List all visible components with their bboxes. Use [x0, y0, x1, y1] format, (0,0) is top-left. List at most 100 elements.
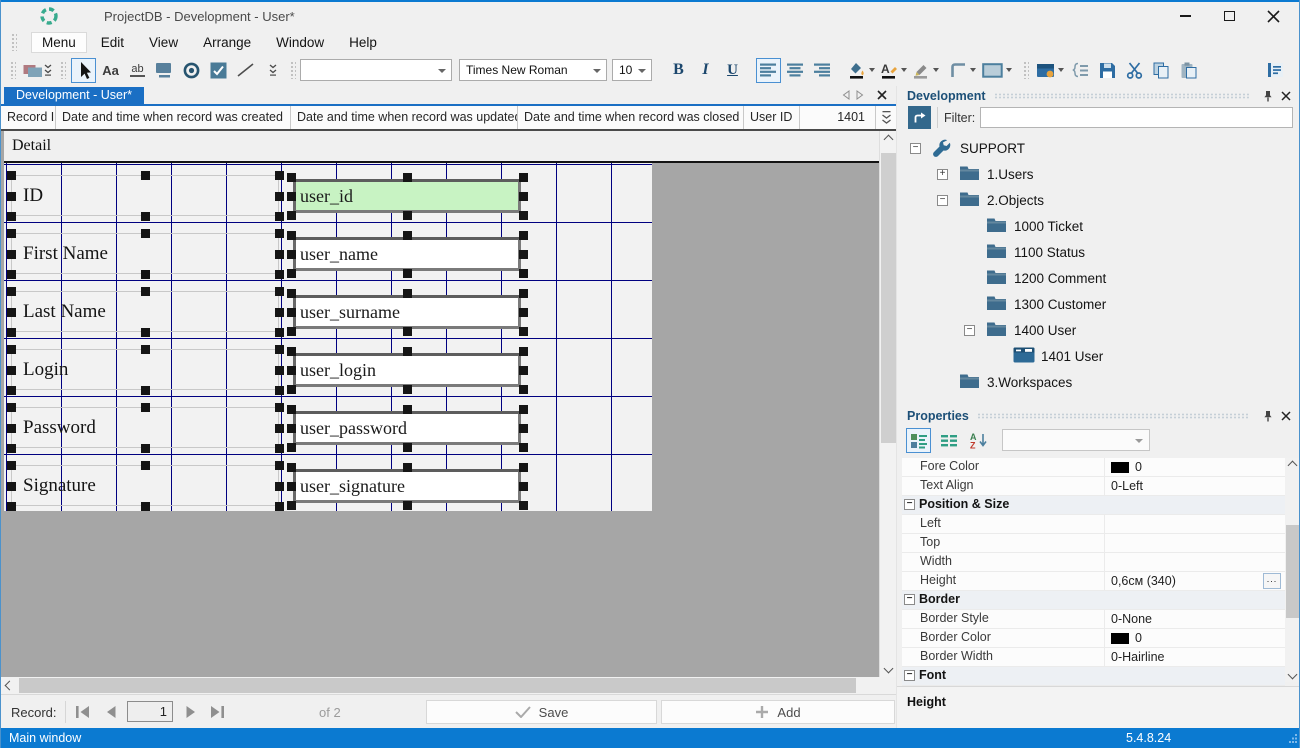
toolbar-grip[interactable] — [11, 33, 17, 51]
menu-item-edit[interactable]: Edit — [90, 32, 135, 53]
selection-handle[interactable] — [287, 424, 296, 433]
selection-handle[interactable] — [141, 345, 150, 354]
line-tool-button[interactable] — [233, 58, 258, 83]
tab-close-button[interactable] — [876, 89, 888, 101]
close-button[interactable] — [1251, 2, 1295, 30]
font-family-combobox[interactable]: Times New Roman — [459, 59, 607, 81]
selection-handle[interactable] — [287, 366, 296, 375]
add-record-button[interactable]: Add — [661, 700, 895, 724]
toolbar-grip[interactable] — [60, 61, 66, 79]
selection-handle[interactable] — [287, 173, 296, 182]
italic-button[interactable]: I — [693, 58, 718, 83]
selection-handle[interactable] — [275, 308, 284, 317]
menu-item-menu[interactable]: Menu — [31, 32, 87, 53]
border-style-button[interactable] — [980, 58, 1014, 83]
designer-label[interactable]: Login — [11, 349, 279, 390]
designer-horizontal-scrollbar[interactable] — [1, 677, 879, 694]
align-right-button[interactable] — [810, 58, 835, 83]
selection-handle[interactable] — [7, 171, 16, 180]
selection-handle[interactable] — [141, 212, 150, 221]
property-row[interactable]: Left — [902, 515, 1285, 534]
scroll-right-button[interactable] — [862, 678, 879, 693]
selection-handle[interactable] — [141, 461, 150, 470]
selection-handle[interactable] — [7, 212, 16, 221]
first-record-button[interactable] — [71, 702, 95, 722]
selection-handle[interactable] — [519, 405, 528, 414]
selection-handle[interactable] — [7, 229, 16, 238]
selection-handle[interactable] — [7, 308, 16, 317]
panel-close-button[interactable] — [1279, 409, 1293, 423]
align-left-button[interactable] — [756, 58, 781, 83]
property-row[interactable]: Border Color0 — [902, 629, 1285, 648]
bold-button[interactable]: B — [666, 58, 691, 83]
selection-handle[interactable] — [287, 347, 296, 356]
property-object-combobox[interactable] — [1002, 429, 1150, 451]
pin-button[interactable] — [1261, 409, 1275, 423]
category-expander[interactable]: − — [904, 499, 915, 510]
list-view-button[interactable] — [936, 428, 961, 453]
designer-field[interactable]: user_name — [293, 237, 521, 271]
selection-handle[interactable] — [141, 403, 150, 412]
selection-handle[interactable] — [403, 269, 412, 278]
selection-handle[interactable] — [7, 403, 16, 412]
selection-handle[interactable] — [519, 482, 528, 491]
selection-handle[interactable] — [141, 171, 150, 180]
font-color-button[interactable]: A — [879, 58, 909, 83]
record-header-column[interactable]: 1401 — [800, 106, 876, 129]
category-expander[interactable]: − — [904, 670, 915, 681]
selection-handle[interactable] — [141, 386, 150, 395]
selection-handle[interactable] — [519, 250, 528, 259]
property-value[interactable]: 0,6см (340)... — [1105, 572, 1285, 590]
form-settings-button[interactable] — [1034, 58, 1066, 83]
selection-handle[interactable] — [7, 192, 16, 201]
selection-handle[interactable] — [287, 308, 296, 317]
selection-handle[interactable] — [275, 229, 284, 238]
tree-item-1300-customer[interactable]: 1300 Customer — [897, 292, 1300, 318]
property-row[interactable]: Border Width0-Hairline — [902, 648, 1285, 667]
selection-handle[interactable] — [287, 385, 296, 394]
categorized-view-button[interactable] — [906, 428, 931, 453]
tree-item-2-objects[interactable]: −2.Objects — [897, 188, 1300, 214]
scrollbar-thumb[interactable] — [881, 153, 896, 443]
selection-handle[interactable] — [7, 287, 16, 296]
record-number-input[interactable] — [127, 701, 173, 722]
property-category-row[interactable]: −Font — [902, 667, 1285, 686]
selection-handle[interactable] — [519, 231, 528, 240]
property-category-row[interactable]: −Border — [902, 591, 1285, 610]
selection-handle[interactable] — [519, 211, 528, 220]
selection-handle[interactable] — [519, 366, 528, 375]
property-value[interactable]: 0 — [1105, 629, 1285, 647]
align-center-button[interactable] — [783, 58, 808, 83]
property-category-row[interactable]: −Position & Size — [902, 496, 1285, 515]
selection-handle[interactable] — [7, 250, 16, 259]
selection-handle[interactable] — [287, 192, 296, 201]
selection-handle[interactable] — [287, 501, 296, 510]
navigate-button[interactable] — [908, 106, 931, 129]
tree-expander[interactable]: − — [937, 195, 948, 206]
minimize-button[interactable] — [1163, 2, 1207, 30]
selection-handle[interactable] — [287, 211, 296, 220]
resize-grip[interactable] — [1288, 732, 1298, 746]
selection-handle[interactable] — [275, 444, 284, 453]
selection-handle[interactable] — [519, 308, 528, 317]
insert-picture-button[interactable] — [21, 58, 55, 83]
tab-scroll-right-button[interactable] — [854, 89, 866, 101]
field-list-button[interactable] — [1068, 58, 1093, 83]
display-tool-button[interactable] — [152, 58, 177, 83]
selection-handle[interactable] — [519, 327, 528, 336]
record-header-column[interactable]: Date and time when record was closed — [518, 106, 744, 129]
style-combobox[interactable] — [300, 59, 452, 81]
selection-handle[interactable] — [141, 444, 150, 453]
radio-tool-button[interactable] — [179, 58, 204, 83]
next-record-button[interactable] — [179, 702, 203, 722]
selection-handle[interactable] — [7, 502, 16, 511]
selection-handle[interactable] — [7, 270, 16, 279]
selection-handle[interactable] — [287, 463, 296, 472]
property-value[interactable]: 0-None — [1105, 610, 1285, 628]
selection-handle[interactable] — [275, 287, 284, 296]
tree-item-1200-comment[interactable]: 1200 Comment — [897, 266, 1300, 292]
tree-item-1100-status[interactable]: 1100 Status — [897, 240, 1300, 266]
selection-handle[interactable] — [275, 192, 284, 201]
fill-color-button[interactable] — [846, 58, 877, 83]
scrollbar-thumb[interactable] — [1286, 525, 1299, 618]
